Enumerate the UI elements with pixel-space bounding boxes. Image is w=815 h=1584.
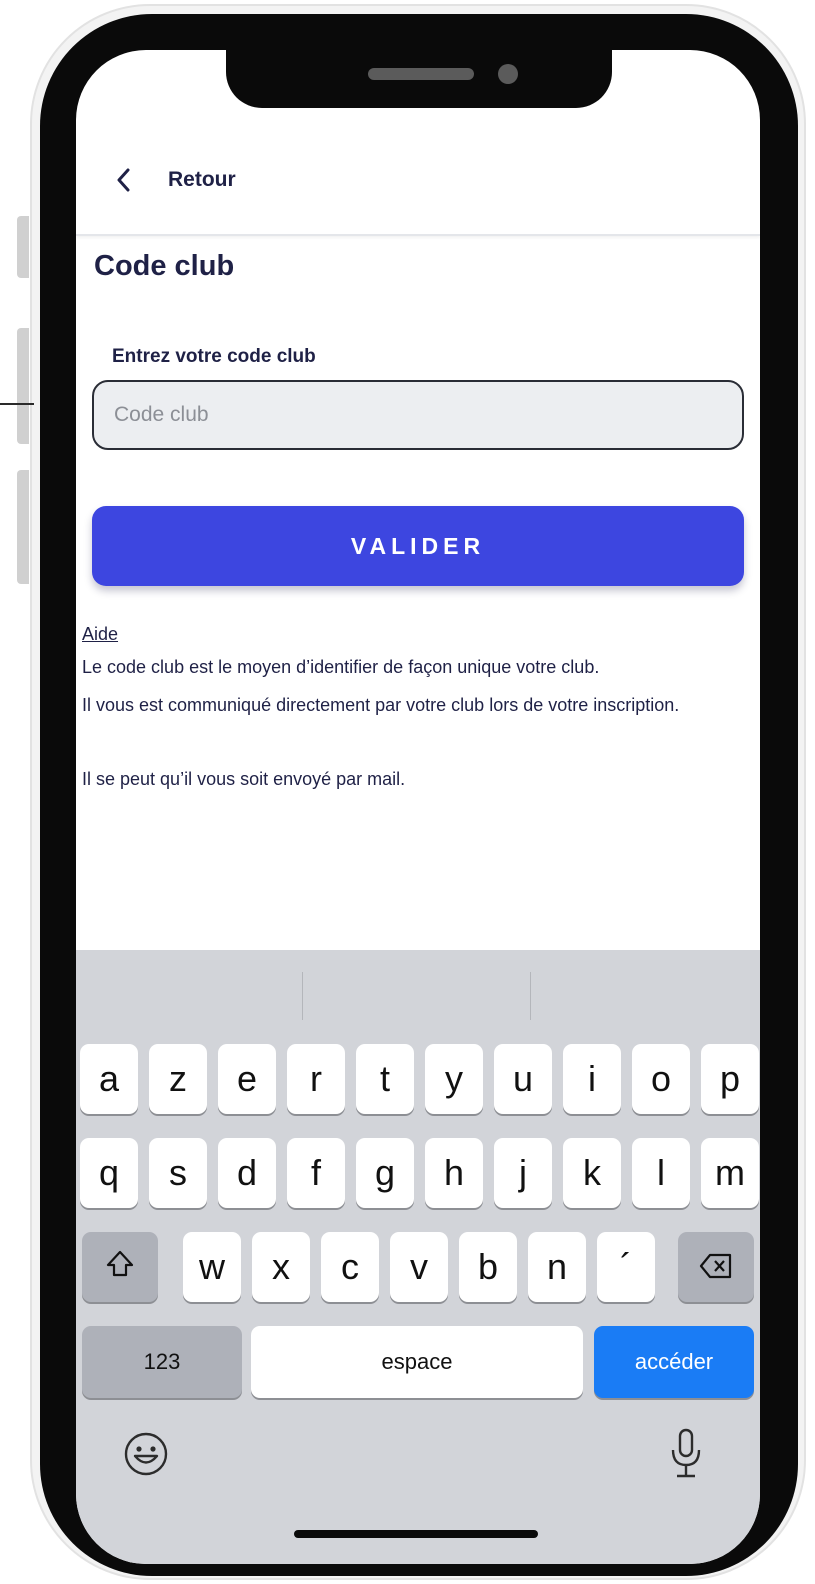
help-link[interactable]: Aide xyxy=(82,624,118,645)
key-d[interactable]: d xyxy=(218,1138,276,1208)
microphone-icon xyxy=(670,1428,702,1485)
space-key[interactable]: espace xyxy=(251,1326,583,1398)
prediction-divider xyxy=(302,972,303,1020)
key-e[interactable]: e xyxy=(218,1044,276,1114)
backspace-icon xyxy=(699,1246,733,1288)
back-label: Retour xyxy=(168,168,236,191)
emoji-button[interactable] xyxy=(122,1432,170,1480)
speaker-grille xyxy=(368,68,474,80)
key-n[interactable]: n xyxy=(528,1232,586,1302)
mute-switch xyxy=(17,216,29,278)
key-l[interactable]: l xyxy=(632,1138,690,1208)
decorative-line xyxy=(0,403,34,405)
key-c[interactable]: c xyxy=(321,1232,379,1302)
prediction-divider xyxy=(530,972,531,1020)
key-p[interactable]: p xyxy=(701,1044,759,1114)
key-z[interactable]: z xyxy=(149,1044,207,1114)
shift-icon xyxy=(105,1246,135,1288)
key-x[interactable]: x xyxy=(252,1232,310,1302)
key-s[interactable]: s xyxy=(149,1138,207,1208)
front-camera xyxy=(498,64,518,84)
numbers-key[interactable]: 123 xyxy=(82,1326,242,1398)
delete-key[interactable] xyxy=(678,1232,754,1302)
key-y[interactable]: y xyxy=(425,1044,483,1114)
key-v[interactable]: v xyxy=(390,1232,448,1302)
page-title: Code club xyxy=(94,250,235,282)
key-i[interactable]: i xyxy=(563,1044,621,1114)
phone-screen: Retour Code club Entrez votre code club … xyxy=(76,50,760,1564)
help-paragraph-2: Il vous est communiqué directement par v… xyxy=(82,695,680,715)
club-code-input[interactable] xyxy=(92,380,744,450)
club-code-label: Entrez votre code club xyxy=(112,346,316,367)
key-f[interactable]: f xyxy=(287,1138,345,1208)
volume-up-button xyxy=(17,328,29,444)
key-w[interactable]: w xyxy=(183,1232,241,1302)
go-key[interactable]: accéder xyxy=(594,1326,754,1398)
key-accent[interactable]: ´ xyxy=(597,1232,655,1302)
help-paragraph-3: Il se peut qu’il vous soit envoyé par ma… xyxy=(82,769,406,789)
microphone-button[interactable] xyxy=(662,1428,710,1484)
key-k[interactable]: k xyxy=(563,1138,621,1208)
key-a[interactable]: a xyxy=(80,1044,138,1114)
key-t[interactable]: t xyxy=(356,1044,414,1114)
shift-key[interactable] xyxy=(82,1232,158,1302)
key-g[interactable]: g xyxy=(356,1138,414,1208)
volume-down-button xyxy=(17,470,29,584)
key-m[interactable]: m xyxy=(701,1138,759,1208)
chevron-left-icon xyxy=(116,162,138,198)
validate-button[interactable]: VALIDER xyxy=(92,506,744,586)
key-r[interactable]: r xyxy=(287,1044,345,1114)
notch xyxy=(226,50,612,108)
emoji-icon xyxy=(123,1431,169,1482)
keyboard: a z e r t y u i o p q s d f g h j k l m … xyxy=(76,950,760,1564)
back-button[interactable]: Retour xyxy=(116,162,236,198)
key-o[interactable]: o xyxy=(632,1044,690,1114)
key-j[interactable]: j xyxy=(494,1138,552,1208)
home-indicator[interactable] xyxy=(294,1530,538,1538)
key-b[interactable]: b xyxy=(459,1232,517,1302)
key-q[interactable]: q xyxy=(80,1138,138,1208)
key-h[interactable]: h xyxy=(425,1138,483,1208)
help-paragraph-1: Le code club est le moyen d’identifier d… xyxy=(82,657,600,677)
key-u[interactable]: u xyxy=(494,1044,552,1114)
